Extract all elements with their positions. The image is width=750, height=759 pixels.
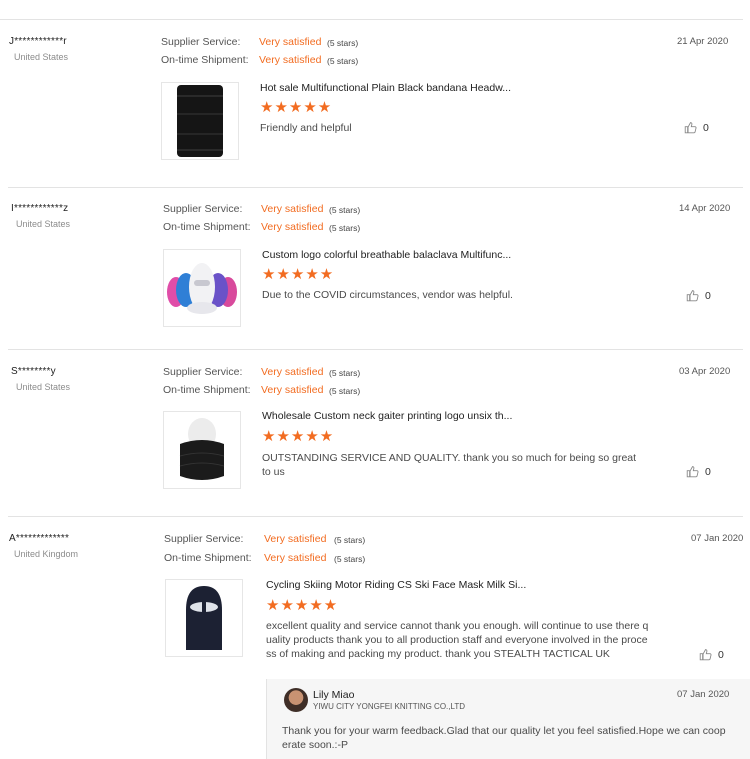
supplier-service-value: Very satisfied <box>259 36 322 48</box>
review-item: S********y United States Supplier Servic… <box>0 350 750 517</box>
buyer-name: I************z <box>11 203 69 214</box>
star-rating: ★★★★★ <box>260 99 333 116</box>
review-date: 21 Apr 2020 <box>677 36 729 47</box>
review-date: 14 Apr 2020 <box>679 203 731 214</box>
review-item: J************r United States Supplier Se… <box>0 0 750 188</box>
star-rating: ★★★★★ <box>266 597 339 614</box>
buyer-country: United Kingdom <box>14 549 79 559</box>
review-comment: Due to the COVID circumstances, vendor w… <box>262 289 513 301</box>
bandana-image <box>177 85 223 157</box>
balaclava-set-image <box>167 263 237 314</box>
product-thumbnail[interactable] <box>161 82 239 160</box>
like-button[interactable]: 0 <box>684 121 709 134</box>
product-title-link[interactable]: Custom logo colorful breathable balaclav… <box>262 249 511 261</box>
supplier-service-value: Very satisfied <box>264 533 327 545</box>
product-title-link[interactable]: Cycling Skiing Motor Riding CS Ski Face … <box>266 579 526 591</box>
shipment-value: Very satisfied <box>259 54 322 66</box>
buyer-country: United States <box>16 382 71 392</box>
thumbs-up-icon <box>699 649 712 661</box>
supplier-service-value: Very satisfied <box>261 203 324 215</box>
product-title-link[interactable]: Hot sale Multifunctional Plain Black ban… <box>260 82 511 94</box>
thumbs-up-icon <box>684 122 697 134</box>
product-title-link[interactable]: Wholesale Custom neck gaiter printing lo… <box>262 410 512 422</box>
shipment-stars: (5 stars) <box>334 554 366 564</box>
shipment-label: On-time Shipment: <box>161 54 249 66</box>
like-count: 0 <box>718 648 724 661</box>
like-button[interactable]: 0 <box>686 465 711 478</box>
thumbs-up-icon <box>686 466 699 478</box>
product-thumbnail[interactable] <box>163 411 241 489</box>
supplier-service-value: Very satisfied <box>261 366 324 378</box>
like-button[interactable]: 0 <box>686 289 711 302</box>
reply-company-name: YIWU CITY YONGFEI KNITTING CO.,LTD <box>313 702 466 711</box>
review-date: 03 Apr 2020 <box>679 366 731 377</box>
like-count: 0 <box>705 289 711 302</box>
reply-author-name: Lily Miao <box>313 689 355 701</box>
review-comment: excellent quality and service cannot tha… <box>266 620 649 660</box>
like-count: 0 <box>705 465 711 478</box>
thumbs-up-icon <box>686 290 699 302</box>
shipment-label: On-time Shipment: <box>163 384 251 396</box>
reply-date: 07 Jan 2020 <box>677 689 730 700</box>
review-comment: Friendly and helpful <box>260 122 352 134</box>
like-button[interactable]: 0 <box>699 648 724 661</box>
review-comment: OUTSTANDING SERVICE AND QUALITY. thank y… <box>262 452 637 478</box>
like-count: 0 <box>703 121 709 134</box>
shipment-stars: (5 stars) <box>329 386 361 396</box>
supplier-service-label: Supplier Service: <box>164 533 244 545</box>
star-rating: ★★★★★ <box>262 428 335 445</box>
supplier-service-label: Supplier Service: <box>163 203 243 215</box>
supplier-service-stars: (5 stars) <box>329 205 361 215</box>
buyer-name: S********y <box>11 366 56 377</box>
product-thumbnail[interactable] <box>163 249 241 327</box>
shipment-label: On-time Shipment: <box>163 221 251 233</box>
shipment-value: Very satisfied <box>261 384 324 396</box>
shipment-label: On-time Shipment: <box>164 552 252 564</box>
review-date: 07 Jan 2020 <box>691 533 744 544</box>
supplier-service-stars: (5 stars) <box>329 368 361 378</box>
reply-text: Thank you for your warm feedback.Glad th… <box>282 725 726 751</box>
review-item: I************z United States Supplier Se… <box>0 188 750 350</box>
shipment-value: Very satisfied <box>264 552 327 564</box>
supplier-service-label: Supplier Service: <box>161 36 241 48</box>
supplier-service-stars: (5 stars) <box>327 38 359 48</box>
ski-mask-image <box>186 586 222 650</box>
buyer-country: United States <box>16 219 71 229</box>
user-avatar <box>284 688 308 712</box>
shipment-stars: (5 stars) <box>327 56 359 66</box>
buyer-name: J************r <box>9 36 67 47</box>
buyer-name: A************* <box>9 533 70 544</box>
supplier-service-label: Supplier Service: <box>163 366 243 378</box>
star-rating: ★★★★★ <box>262 266 335 283</box>
supplier-service-stars: (5 stars) <box>334 535 366 545</box>
buyer-country: United States <box>14 52 69 62</box>
supplier-reply: Lily Miao YIWU CITY YONGFEI KNITTING CO.… <box>266 679 750 759</box>
shipment-stars: (5 stars) <box>329 223 361 233</box>
neck-gaiter-image <box>179 418 225 480</box>
product-thumbnail[interactable] <box>165 579 243 657</box>
shipment-value: Very satisfied <box>261 221 324 233</box>
